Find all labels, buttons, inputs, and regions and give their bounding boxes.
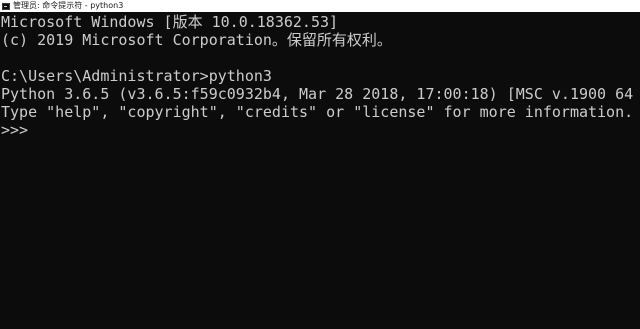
console-line-copyright: (c) 2019 Microsoft Corporation。保留所有权利。 bbox=[1, 31, 392, 49]
cmd-icon bbox=[2, 2, 10, 10]
console-line-python-version: Python 3.6.5 (v3.6.5:f59c0932b4, Mar 28 … bbox=[1, 85, 640, 103]
python-prompt: >>> bbox=[1, 121, 29, 139]
command-prompt-window: 管理员: 命令提示符 - python3 Microsoft Windows [… bbox=[0, 0, 640, 329]
python-prompt-line[interactable]: >>> bbox=[1, 121, 28, 139]
console-line-command: C:\Users\Administrator>python3 bbox=[1, 67, 272, 85]
console-output-area[interactable]: Microsoft Windows [版本 10.0.18362.53] (c)… bbox=[0, 12, 640, 329]
title-bar[interactable]: 管理员: 命令提示符 - python3 bbox=[0, 0, 640, 12]
console-line-windows-version: Microsoft Windows [版本 10.0.18362.53] bbox=[1, 13, 339, 31]
window-title: 管理员: 命令提示符 - python3 bbox=[13, 1, 124, 10]
console-line-help-info: Type "help", "copyright", "credits" or "… bbox=[1, 103, 634, 121]
